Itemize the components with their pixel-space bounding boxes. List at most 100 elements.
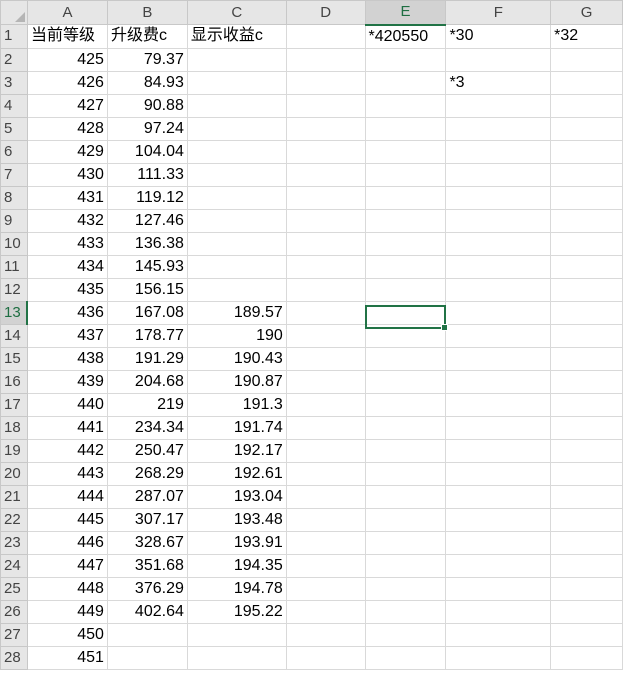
cell-d7[interactable]: [285, 162, 366, 187]
cell-b6[interactable]: 104.04: [106, 139, 188, 164]
cell-f22[interactable]: [445, 507, 552, 532]
cell-g16[interactable]: [550, 369, 623, 394]
column-header-c[interactable]: C: [186, 0, 287, 25]
cell-f14[interactable]: [445, 323, 552, 348]
cell-d6[interactable]: [285, 139, 366, 164]
row-header[interactable]: 26: [0, 599, 28, 624]
cell-b16[interactable]: 204.68: [106, 369, 188, 394]
cell-a18[interactable]: 441: [26, 415, 108, 440]
cell-b20[interactable]: 268.29: [106, 461, 188, 486]
cell-d19[interactable]: [285, 438, 366, 463]
cell-c26[interactable]: 195.22: [186, 599, 287, 624]
cell-c9[interactable]: [186, 208, 287, 233]
cell-c20[interactable]: 192.61: [186, 461, 287, 486]
row-header[interactable]: 16: [0, 369, 28, 394]
cell-g14[interactable]: [550, 323, 623, 348]
cell-d24[interactable]: [285, 553, 366, 578]
cell-f6[interactable]: [445, 139, 552, 164]
cell-d14[interactable]: [285, 323, 366, 348]
cell-d18[interactable]: [285, 415, 366, 440]
row-header[interactable]: 22: [0, 507, 28, 532]
cell-g22[interactable]: [550, 507, 623, 532]
cell-e7[interactable]: [364, 162, 447, 187]
cell-b9[interactable]: 127.46: [106, 208, 188, 233]
cell-e27[interactable]: [364, 622, 447, 647]
row-header[interactable]: 27: [0, 622, 28, 647]
column-header-g[interactable]: G: [550, 0, 623, 25]
cell-g27[interactable]: [550, 622, 623, 647]
select-all-corner[interactable]: [0, 0, 28, 25]
cell-g2[interactable]: [550, 47, 623, 72]
cell-d22[interactable]: [285, 507, 366, 532]
cell-d25[interactable]: [285, 576, 366, 601]
cell-b23[interactable]: 328.67: [106, 530, 188, 555]
cell-f25[interactable]: [445, 576, 552, 601]
cell-e18[interactable]: [364, 415, 447, 440]
cell-d3[interactable]: [285, 70, 366, 95]
cell-c21[interactable]: 193.04: [186, 484, 287, 509]
cell-c8[interactable]: [186, 185, 287, 210]
cell-c3[interactable]: [186, 70, 287, 95]
column-header-d[interactable]: D: [285, 0, 366, 25]
cell-g28[interactable]: [550, 645, 623, 670]
row-header[interactable]: 14: [0, 323, 28, 348]
cell-e23[interactable]: [364, 530, 447, 555]
cell-f8[interactable]: [445, 185, 552, 210]
cell-e12[interactable]: [364, 277, 447, 302]
cell-e26[interactable]: [364, 599, 447, 624]
row-header[interactable]: 9: [0, 208, 28, 233]
cell-a10[interactable]: 433: [26, 231, 108, 256]
cell-a28[interactable]: 451: [26, 645, 108, 670]
cell-c14[interactable]: 190: [186, 323, 287, 348]
cell-d4[interactable]: [285, 93, 366, 118]
cell-e15[interactable]: [364, 346, 447, 371]
cell-b2[interactable]: 79.37: [106, 47, 188, 72]
cell-c16[interactable]: 190.87: [186, 369, 287, 394]
cell-c4[interactable]: [186, 93, 287, 118]
cell-a24[interactable]: 447: [26, 553, 108, 578]
cell-d12[interactable]: [285, 277, 366, 302]
cell-c6[interactable]: [186, 139, 287, 164]
cell-f15[interactable]: [445, 346, 552, 371]
cell-c19[interactable]: 192.17: [186, 438, 287, 463]
cell-g4[interactable]: [550, 93, 623, 118]
cell-b12[interactable]: 156.15: [106, 277, 188, 302]
cell-e1[interactable]: *420550: [364, 24, 447, 49]
cell-f28[interactable]: [445, 645, 552, 670]
cell-g9[interactable]: [550, 208, 623, 233]
row-header[interactable]: 10: [0, 231, 28, 256]
cell-e20[interactable]: [364, 461, 447, 486]
cell-b26[interactable]: 402.64: [106, 599, 188, 624]
cell-d23[interactable]: [285, 530, 366, 555]
row-header[interactable]: 12: [0, 277, 28, 302]
cell-g19[interactable]: [550, 438, 623, 463]
cell-c12[interactable]: [186, 277, 287, 302]
cell-g3[interactable]: [550, 70, 623, 95]
cell-b5[interactable]: 97.24: [106, 116, 188, 141]
cell-a2[interactable]: 425: [26, 47, 108, 72]
cell-a27[interactable]: 450: [26, 622, 108, 647]
cell-e6[interactable]: [364, 139, 447, 164]
cell-b18[interactable]: 234.34: [106, 415, 188, 440]
cell-a12[interactable]: 435: [26, 277, 108, 302]
cell-c27[interactable]: [186, 622, 287, 647]
cell-g7[interactable]: [550, 162, 623, 187]
cell-g17[interactable]: [550, 392, 623, 417]
cell-f4[interactable]: [445, 93, 552, 118]
cell-b13[interactable]: 167.08: [106, 300, 188, 325]
cell-f2[interactable]: [445, 47, 552, 72]
row-header[interactable]: 20: [0, 461, 28, 486]
cell-f12[interactable]: [445, 277, 552, 302]
cell-g23[interactable]: [550, 530, 623, 555]
cell-a15[interactable]: 438: [26, 346, 108, 371]
cell-a6[interactable]: 429: [26, 139, 108, 164]
cell-b7[interactable]: 111.33: [106, 162, 188, 187]
cell-c5[interactable]: [186, 116, 287, 141]
cell-g1[interactable]: *32: [550, 24, 623, 49]
cell-a19[interactable]: 442: [26, 438, 108, 463]
column-header-f[interactable]: F: [445, 0, 552, 25]
cell-e5[interactable]: [364, 116, 447, 141]
cell-b15[interactable]: 191.29: [106, 346, 188, 371]
cell-c15[interactable]: 190.43: [186, 346, 287, 371]
cell-d16[interactable]: [285, 369, 366, 394]
